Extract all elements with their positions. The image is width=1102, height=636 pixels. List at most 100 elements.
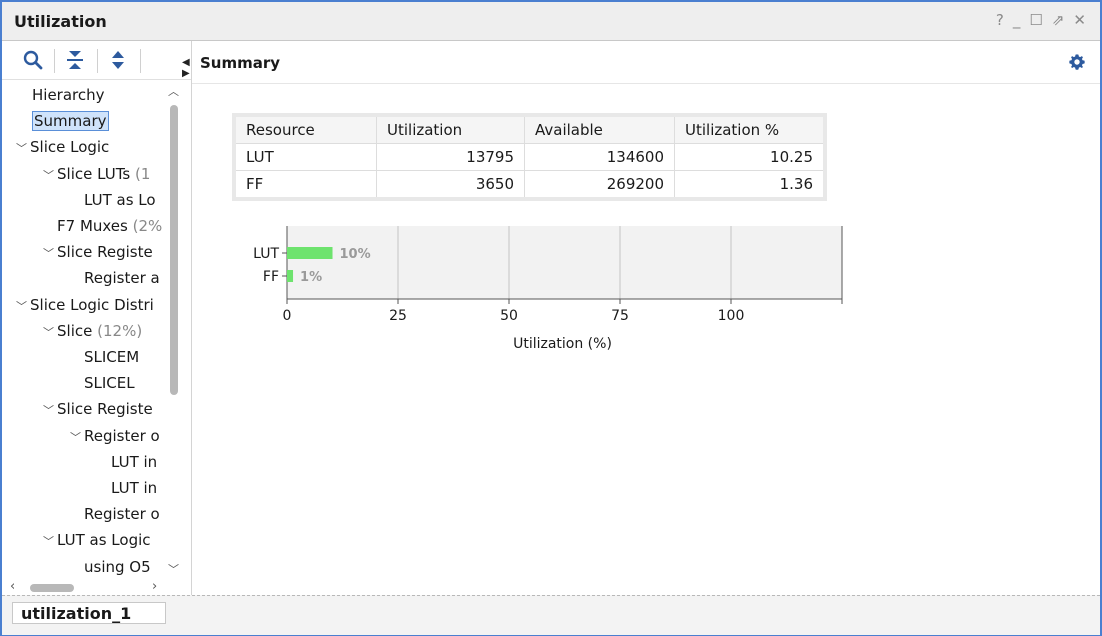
- x-tick-label: 100: [718, 308, 745, 324]
- vertical-scroll-thumb[interactable]: [170, 105, 178, 395]
- data-label: 10%: [340, 247, 371, 262]
- tree-item[interactable]: Summary: [32, 109, 109, 133]
- tree-item[interactable]: ﹀ Slice LUTs (1: [43, 162, 150, 186]
- table-row[interactable]: FF 3650 269200 1.36: [233, 170, 826, 200]
- chevron-down-icon[interactable]: ﹀: [16, 295, 30, 319]
- chevron-down-icon[interactable]: ﹀: [70, 426, 84, 450]
- tree-item-label: LUT as Logic: [57, 531, 151, 550]
- table-cell: LUT: [233, 143, 377, 171]
- report-tree: Hierarchy Summary ﹀ Slice Logic ﹀ Slice LUTs …: [2, 83, 166, 579]
- tree-item[interactable]: Register o: [84, 502, 160, 526]
- tree-item-label: Slice Logic Distri: [30, 295, 154, 314]
- tree-item-label: Slice LUTs: [57, 164, 131, 183]
- tree-item-label: F7 Muxes: [57, 217, 128, 235]
- tree-item-percent: (12%): [97, 321, 143, 340]
- column-header[interactable]: Utilization %: [674, 114, 826, 144]
- tree-item-label: SLICEM: [84, 348, 140, 366]
- toolbar-separator: [54, 49, 55, 73]
- chevron-down-icon[interactable]: ﹀: [43, 321, 57, 345]
- column-header[interactable]: Available: [524, 114, 675, 144]
- plot-area: [287, 226, 842, 299]
- data-label: 1%: [300, 270, 322, 285]
- tree-item[interactable]: using O5: [84, 555, 151, 579]
- table-cell: 3650: [376, 170, 525, 200]
- scroll-left-icon[interactable]: ‹: [10, 579, 15, 594]
- scroll-down-icon[interactable]: ﹀: [168, 561, 179, 577]
- utilization-table: Resource Utilization Available Utilizati…: [232, 113, 827, 201]
- column-header[interactable]: Resource: [233, 114, 377, 144]
- nav-toolbar: ◀ ▶: [2, 41, 191, 80]
- tree-item[interactable]: ﹀ Slice (12%): [43, 319, 142, 343]
- x-tick-label: 50: [500, 308, 518, 324]
- summary-panel: Summary Resource Utilization Available U…: [192, 41, 1100, 595]
- tree-item-label: Register o: [84, 426, 160, 445]
- collapse-all-icon[interactable]: [64, 49, 86, 71]
- bottom-tab-bar: utilization_1: [2, 595, 1100, 635]
- table-cell: 13795: [376, 143, 525, 171]
- tree-item-label: Slice Logic: [30, 138, 110, 157]
- toolbar-separator: [140, 49, 141, 73]
- tree-item-label: SLICEL: [84, 374, 135, 393]
- minimize-icon[interactable]: _: [1013, 11, 1021, 29]
- toolbar-separator: [97, 49, 98, 73]
- table-cell: 10.25: [674, 143, 826, 171]
- tree-item[interactable]: SLICEM: [84, 345, 139, 369]
- table-cell: FF: [233, 170, 377, 200]
- tree-item-label: LUT in: [111, 479, 158, 497]
- bar: [287, 247, 333, 259]
- tree-item-label: Summary: [32, 111, 109, 132]
- tree-vertical-scrollbar[interactable]: ︿ ﹀: [166, 83, 182, 579]
- summary-header: Summary: [192, 41, 1100, 84]
- chevron-down-icon[interactable]: ﹀: [43, 399, 57, 423]
- close-icon[interactable]: ✕: [1073, 11, 1086, 29]
- search-icon[interactable]: [22, 49, 44, 71]
- tab-utilization-1[interactable]: utilization_1: [12, 602, 166, 624]
- tree-item[interactable]: Hierarchy: [32, 83, 105, 107]
- tree-item[interactable]: LUT as Lo: [84, 188, 156, 212]
- title-bar: Utilization ? _ ☐ ⇗ ✕: [2, 2, 1100, 41]
- x-tick-label: 25: [389, 308, 407, 324]
- tree-item[interactable]: ﹀ Slice Registe: [43, 240, 153, 264]
- tree-item-percent: (2%: [132, 217, 163, 235]
- horizontal-scroll-thumb[interactable]: [30, 584, 74, 592]
- help-icon[interactable]: ?: [996, 11, 1004, 29]
- utilization-bar-chart: 0 25 50 75 100 LUT 10% FF 1% Utilization (%): [253, 226, 843, 352]
- expand-all-icon[interactable]: [107, 49, 129, 71]
- x-tick-label: 75: [611, 308, 629, 324]
- tree-item[interactable]: LUT in: [111, 450, 157, 474]
- chevron-down-icon[interactable]: ﹀: [16, 137, 30, 161]
- tree-item-label: Slice Registe: [57, 243, 153, 262]
- float-icon[interactable]: ⇗: [1052, 11, 1065, 29]
- chevron-down-icon[interactable]: ﹀: [43, 530, 57, 554]
- tree-item-label: Hierarchy: [32, 86, 105, 104]
- maximize-icon[interactable]: ☐: [1029, 11, 1042, 29]
- tree-item-label: using O5: [84, 557, 151, 576]
- chevron-down-icon[interactable]: ﹀: [43, 242, 57, 266]
- table-cell: 134600: [524, 143, 675, 171]
- table-row[interactable]: LUT 13795 134600 10.25: [233, 143, 826, 171]
- tree-item[interactable]: ﹀ Slice Logic Distri: [16, 293, 154, 317]
- tree-item-label: LUT as Lo: [84, 190, 156, 209]
- tree-item[interactable]: F7 Muxes (2%: [57, 214, 162, 238]
- tree-item[interactable]: ﹀ Register o: [70, 424, 160, 448]
- tree-horizontal-scrollbar[interactable]: ‹ ›: [10, 579, 182, 595]
- tree-item[interactable]: ﹀ Slice Registe: [43, 397, 153, 421]
- x-tick-label: 0: [283, 308, 292, 324]
- tree-item-percent: (1: [134, 164, 151, 183]
- scroll-up-icon[interactable]: ︿: [168, 83, 179, 99]
- tree-item[interactable]: Register a: [84, 266, 160, 290]
- tree-item-label: Register a: [84, 269, 160, 288]
- tree-item[interactable]: ﹀ Slice Logic: [16, 135, 109, 159]
- category-label: LUT: [253, 246, 279, 262]
- gear-icon[interactable]: [1068, 53, 1086, 71]
- utilization-window: Utilization ? _ ☐ ⇗ ✕ ◀ ▶ Hierarchy Summ…: [0, 0, 1102, 636]
- scroll-right-icon[interactable]: ›: [152, 579, 157, 594]
- tree-item[interactable]: LUT in: [111, 476, 157, 500]
- tree-item[interactable]: ﹀ LUT as Logic: [43, 528, 151, 552]
- chevron-down-icon[interactable]: ﹀: [43, 164, 57, 188]
- x-axis-title: Utilization (%): [513, 336, 612, 352]
- column-header[interactable]: Utilization: [376, 114, 525, 144]
- tree-item[interactable]: SLICEL: [84, 371, 135, 395]
- panel-collapse-arrows[interactable]: ◀ ▶: [182, 57, 190, 79]
- table-cell: 269200: [524, 170, 675, 200]
